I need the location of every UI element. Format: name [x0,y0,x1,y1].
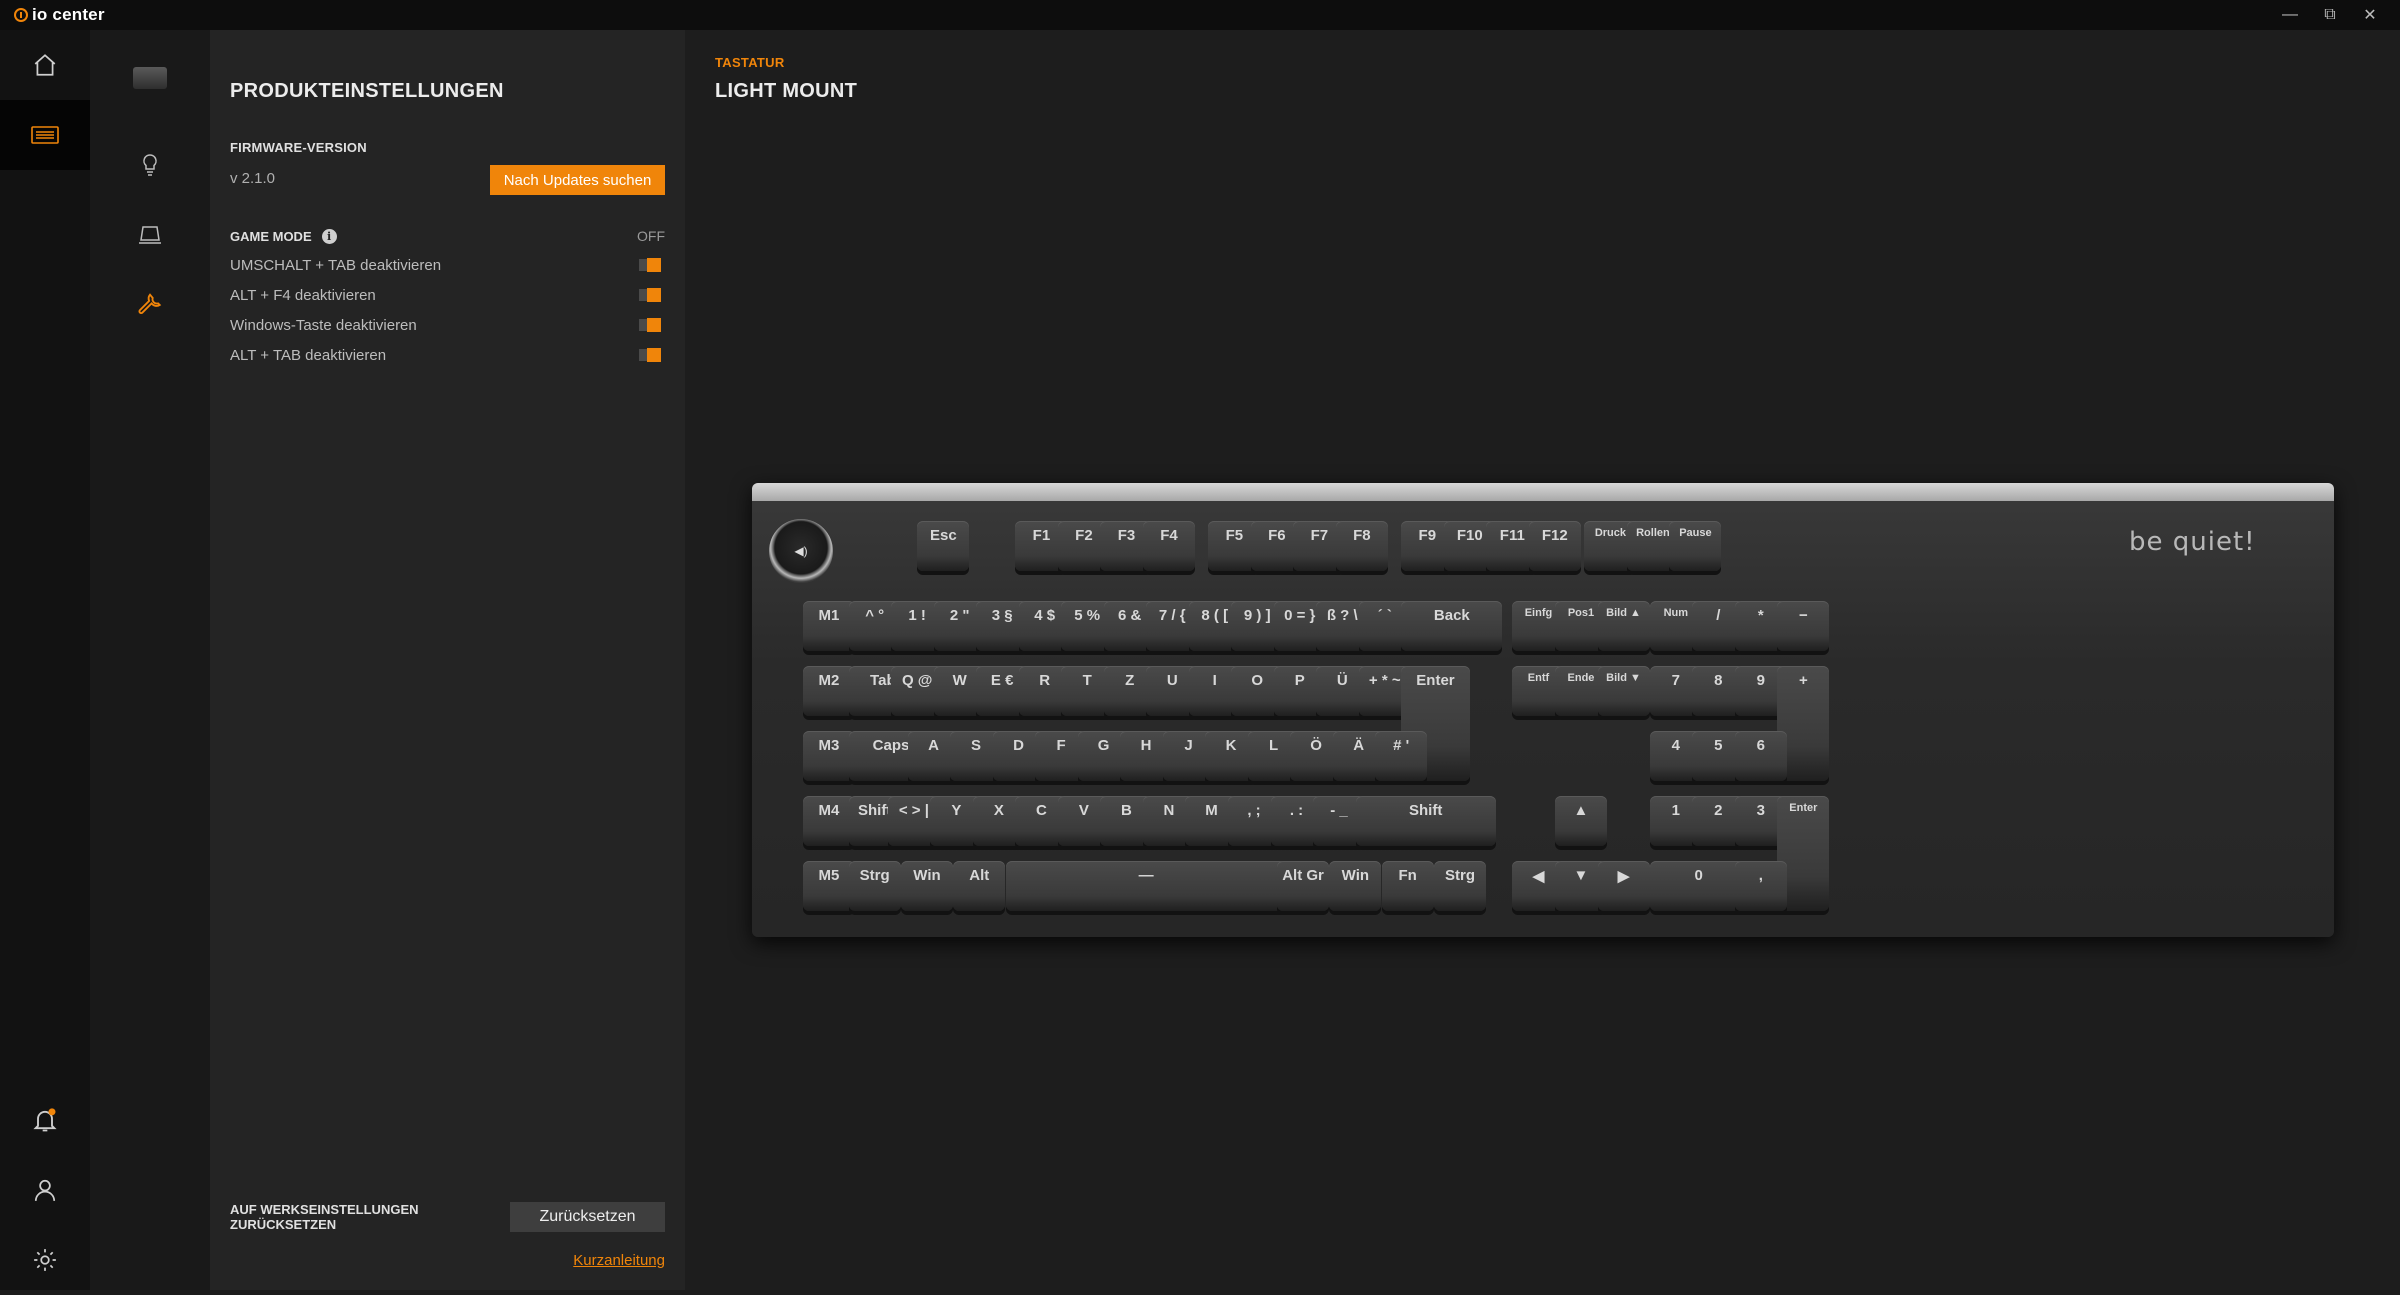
nav-devices[interactable] [0,100,90,170]
wrench-icon [138,293,162,314]
keyboard-key[interactable]: M1 [802,601,855,651]
keyboard-image: ◀) be quiet! Esc F1 F2 F3 F4 F5 F6 F7 F8 F9 F10 F11… [752,483,2334,937]
page-title: PRODUKTEINSTELLUNGEN [230,80,504,102]
keyboard-icon [31,126,59,144]
option-toggle[interactable] [639,288,661,302]
option-toggle[interactable] [639,258,661,272]
keyboard-key[interactable]: — [1005,861,1287,911]
game-mode-header: GAME MODE i OFF [230,225,665,247]
subnav-product-settings[interactable] [90,275,210,335]
option-label: ALT + F4 deaktivieren [230,286,376,304]
keyboard-key[interactable]: Alt [953,861,1006,911]
volume-knob[interactable]: ◀) [769,519,833,583]
profile-icon [139,226,161,244]
quick-guide-link[interactable]: Kurzanleitung [573,1252,665,1269]
keyboard-key[interactable]: Win [1329,861,1382,911]
keyboard-key[interactable]: Esc [917,521,970,571]
app-logo: io center [14,5,105,25]
option-row: Windows-Taste deaktivieren [230,314,665,336]
breadcrumb: TASTATUR [715,55,785,70]
firmware-label: FIRMWARE-VERSION [230,140,367,155]
option-row: ALT + TAB deaktivieren [230,344,665,366]
check-updates-button[interactable]: Nach Updates suchen [490,165,665,195]
keyboard-view: TASTATUR LIGHT MOUNT ◀) be quiet! Esc F1 F… [685,30,2400,1290]
option-label: UMSCHALT + TAB deaktivieren [230,256,442,274]
logo-icon [14,8,28,22]
product-settings-panel: PRODUKTEINSTELLUNGEN FIRMWARE-VERSION v … [210,30,685,1290]
nav-notifications[interactable] [0,1085,90,1155]
close-button[interactable]: ✕ [2350,0,2390,30]
bell-icon [33,1108,57,1132]
keyboard-key[interactable]: Back [1401,601,1503,651]
keyboard-key[interactable]: Fn [1381,861,1434,911]
option-toggle[interactable] [639,318,661,332]
keyboard-key[interactable]: Shift [1355,796,1496,846]
title-bar: io center — ⧉ ✕ [0,0,2400,30]
keyboard-key[interactable]: 0 [1649,861,1748,911]
minimize-button[interactable]: — [2270,0,2310,30]
user-icon [34,1179,56,1201]
volume-knob-icon: ◀) [794,544,808,558]
keyboard-key[interactable]: , [1734,861,1787,911]
game-mode-state: OFF [637,228,665,244]
subnav-lighting[interactable] [90,135,210,195]
keyboard-key[interactable]: Bild ▲ [1597,601,1650,651]
settings-gear-icon [34,1249,56,1271]
device-thumbnail-icon [133,67,167,89]
nav-account[interactable] [0,1155,90,1225]
keyboard-key[interactable]: F8 [1335,521,1388,571]
option-toggle[interactable] [639,348,661,362]
keyboard-key[interactable]: # ' [1375,731,1428,781]
option-label: ALT + TAB deaktivieren [230,346,387,364]
keyboard-key[interactable]: F4 [1142,521,1195,571]
factory-reset-label-line2: ZURÜCKSETZEN [230,1217,337,1232]
restore-button[interactable]: ⧉ [2310,0,2350,30]
firmware-version: v 2.1.0 [230,170,276,187]
nav-settings[interactable] [0,1225,90,1295]
app-name: io center [32,5,105,24]
keyboard-key[interactable]: M5 [802,861,855,911]
keyboard-key[interactable]: Alt Gr [1277,861,1330,911]
option-label: Windows-Taste deaktivieren [230,316,417,334]
keyboard-key[interactable]: Strg [848,861,901,911]
lightbulb-icon [143,154,157,176]
keyboard-key[interactable]: − [1777,601,1830,651]
keyboard-top-bar [752,483,2334,501]
subnav-device[interactable] [90,48,210,108]
factory-reset-label: AUF WERKSEINSTELLUNGEN ZURÜCKSETZEN [230,1202,430,1232]
keyboard-key[interactable]: ▶ [1597,861,1650,911]
keyboard-key[interactable]: Pause [1669,521,1722,571]
keyboard-key[interactable]: ▲ [1554,796,1607,846]
keyboard-key[interactable]: M4 [802,796,855,846]
keyboard-key[interactable]: F12 [1528,521,1581,571]
option-row: ALT + F4 deaktivieren [230,284,665,306]
reset-button[interactable]: Zurücksetzen [510,1202,665,1232]
info-icon[interactable]: i [321,228,337,244]
keyboard-key[interactable]: M3 [802,731,855,781]
factory-reset-label-line1: AUF WERKSEINSTELLUNGEN [230,1202,419,1217]
keyboard-key[interactable]: M2 [802,666,855,716]
brand-logo: be quiet! [2129,527,2256,557]
game-mode-label: GAME MODE [230,228,312,244]
main-navigation-rail [0,30,90,1290]
subnav-profile[interactable] [90,205,210,265]
home-icon [34,54,56,76]
device-subnav [90,30,210,1290]
option-row: UMSCHALT + TAB deaktivieren [230,254,665,276]
device-title: LIGHT MOUNT [715,80,858,102]
keyboard-key[interactable]: 6 [1734,731,1787,781]
keyboard-key[interactable]: Bild ▼ [1597,666,1650,716]
keyboard-key[interactable]: Win [900,861,953,911]
keyboard-key[interactable]: Strg [1434,861,1486,911]
nav-home[interactable] [0,30,90,100]
